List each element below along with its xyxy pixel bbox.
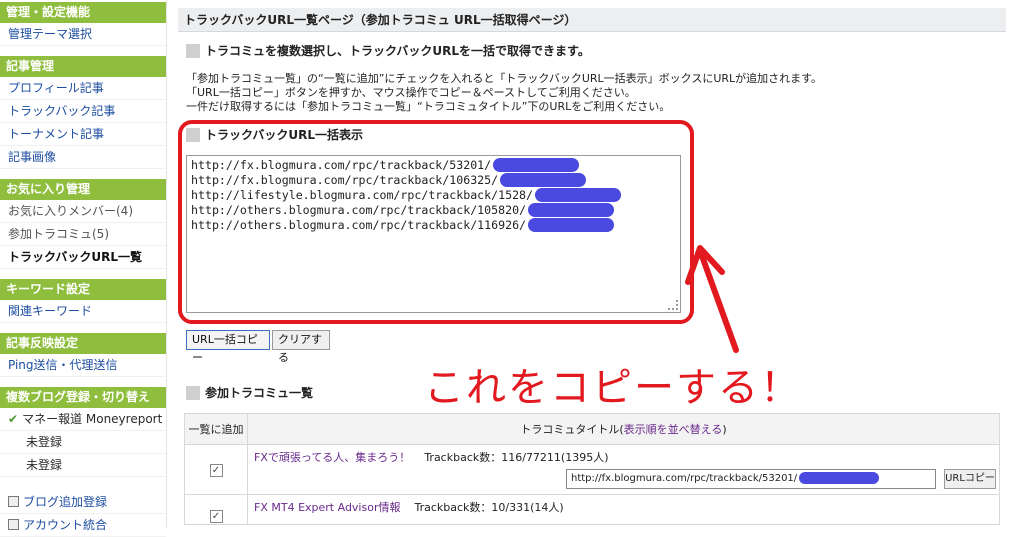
url-text: http://fx.blogmura.com/rpc/trackback/532… — [191, 158, 492, 172]
sidebar: 管理・設定機能 管理テーマ選択 記事管理 プロフィール記事 トラックバック記事 … — [0, 0, 167, 537]
resize-handle-icon[interactable] — [668, 300, 678, 310]
desc-line-1: 「参加トラコミュ一覧」の“一覧に追加”にチェックを入れると「トラックバックURL… — [186, 72, 823, 85]
add-blog-label: ブログ追加登録 — [23, 495, 108, 509]
list-heading-text: 参加トラコミュ一覧 — [205, 386, 314, 400]
sidebar-item-trackback-url-list[interactable]: トラックバックURL一覧 — [0, 246, 166, 269]
url-bulk-copy-button[interactable]: URL一括コピー — [186, 330, 270, 364]
table-row: ✓ FX MT4 Expert Advisor情報 Trackback数：10/… — [184, 494, 1000, 525]
url-line: http://others.blogmura.com/rpc/trackback… — [191, 218, 676, 233]
annotation-arrow-icon — [685, 245, 739, 353]
main-content: トラックバックURL一覧ページ（参加トラコミュ URL一括取得ページ） トラコミ… — [178, 0, 1006, 528]
intro-heading: トラコミュを複数選択し、トラックバックURLを一括で取得できます。 — [186, 44, 590, 58]
sidebar-item-add-blog[interactable]: ブログ追加登録 — [0, 491, 166, 514]
sidebar-item-profile[interactable]: プロフィール記事 — [0, 77, 166, 100]
title-cell: FX MT4 Expert Advisor情報 Trackback数：10/33… — [247, 494, 1000, 525]
sidebar-item-trackback-articles[interactable]: トラックバック記事 — [0, 100, 166, 123]
community-title-link[interactable]: FXで頑張ってる人、集まろう！ — [254, 451, 410, 464]
url-text: http://lifestyle.blogmura.com/rpc/trackb… — [191, 188, 534, 202]
sidebar-heading-admin: 管理・設定機能 — [0, 0, 166, 23]
clear-button[interactable]: クリアする — [272, 330, 330, 364]
trackback-stats: Trackback数：10/331(14人) — [414, 501, 564, 514]
sidebar-item-fav-members[interactable]: お気に入りメンバー(4) — [0, 200, 166, 223]
redaction-scribble — [528, 218, 615, 232]
list-heading: 参加トラコミュ一覧 — [186, 386, 313, 400]
sidebar-item-ping[interactable]: Ping送信・代理送信 — [0, 354, 166, 377]
url-line: http://fx.blogmura.com/rpc/trackback/532… — [191, 158, 676, 173]
intro-heading-text: トラコミュを複数選択し、トラックバックURLを一括で取得できます。 — [205, 44, 590, 58]
current-blog-label: マネー報道 Moneyreport — [22, 412, 163, 426]
redaction-scribble — [493, 158, 580, 172]
sidebar-item-current-blog[interactable]: ✔ マネー報道 Moneyreport — [0, 408, 166, 431]
sidebar-heading-reflect: 記事反映設定 — [0, 331, 166, 354]
desc-line-2: 「URL一括コピー」ボタンを押すか、マウス操作でコピー＆ペーストしてご利用くださ… — [186, 86, 636, 99]
bulk-heading: トラックバックURL一括表示 — [186, 128, 363, 142]
col-title-header: トラコミュタイトル(表示順を並べ替える) — [247, 413, 1000, 445]
add-to-list-checkbox[interactable]: ✓ — [209, 510, 223, 523]
sidebar-item-unregistered-1[interactable]: 未登録 — [0, 431, 166, 454]
page-title: トラックバックURL一覧ページ（参加トラコミュ URL一括取得ページ） — [178, 8, 1006, 32]
bulk-heading-text: トラックバックURL一括表示 — [205, 128, 364, 142]
sidebar-item-account-merge[interactable]: アカウント統合 — [0, 514, 166, 537]
add-cell: ✓ — [184, 444, 248, 495]
check-icon: ✔ — [8, 412, 19, 426]
account-merge-label: アカウント統合 — [23, 518, 108, 532]
trackback-stats: Trackback数：116/77211(1395人) — [424, 451, 609, 464]
redaction-scribble — [528, 203, 615, 217]
square-icon — [186, 44, 200, 58]
add-to-list-checkbox[interactable]: ✓ — [209, 463, 223, 477]
sidebar-heading-keywords: キーワード設定 — [0, 277, 166, 300]
url-line: http://others.blogmura.com/rpc/trackback… — [191, 203, 676, 218]
sidebar-heading-articles: 記事管理 — [0, 54, 166, 77]
sidebar-item-tournament[interactable]: トーナメント記事 — [0, 123, 166, 146]
description: 「参加トラコミュ一覧」の“一覧に追加”にチェックを入れると「トラックバックURL… — [186, 72, 822, 114]
arrow-box-icon — [8, 519, 19, 530]
redaction-scribble — [799, 472, 880, 484]
redaction-scribble — [500, 173, 587, 187]
add-cell: ✓ — [184, 494, 248, 525]
url-line: http://fx.blogmura.com/rpc/trackback/106… — [191, 173, 676, 188]
url-text: http://others.blogmura.com/rpc/trackback… — [191, 218, 527, 232]
row-url-text: http://fx.blogmura.com/rpc/trackback/532… — [571, 473, 798, 484]
square-icon — [186, 386, 200, 400]
square-icon — [186, 128, 200, 142]
sidebar-item-images[interactable]: 記事画像 — [0, 146, 166, 169]
desc-line-3: 一件だけ取得するには「参加トラコミュ一覧」“トラコミュタイトル”下のURLをご利… — [186, 100, 671, 113]
arrow-box-icon — [8, 496, 19, 507]
trackback-url-textarea[interactable]: http://fx.blogmura.com/rpc/trackback/532… — [186, 155, 681, 313]
sidebar-heading-multi: 複数ブログ登録・切り替え — [0, 385, 166, 408]
sidebar-item-joined-communities[interactable]: 参加トラコミュ(5) — [0, 223, 166, 246]
url-text: http://others.blogmura.com/rpc/trackback… — [191, 203, 527, 217]
sidebar-heading-favorites: お気に入り管理 — [0, 177, 166, 200]
url-copy-button[interactable]: URLコピー — [944, 469, 996, 489]
col-title-prefix: トラコミュタイトル( — [520, 423, 624, 436]
col-title-suffix: ) — [722, 423, 727, 436]
sort-link[interactable]: 表示順を並べ替える — [624, 423, 723, 436]
col-add-header: 一覧に追加 — [184, 413, 248, 445]
url-line: http://lifestyle.blogmura.com/rpc/trackb… — [191, 188, 676, 203]
redaction-scribble — [535, 188, 622, 202]
url-text: http://fx.blogmura.com/rpc/trackback/106… — [191, 173, 499, 187]
sidebar-item-unregistered-2[interactable]: 未登録 — [0, 454, 166, 477]
annotation-text: これをコピーする！ — [424, 365, 802, 411]
row-url-input[interactable]: http://fx.blogmura.com/rpc/trackback/532… — [566, 469, 936, 489]
sidebar-item-keywords[interactable]: 関連キーワード — [0, 300, 166, 323]
sidebar-item-theme[interactable]: 管理テーマ選択 — [0, 23, 166, 46]
community-title-link[interactable]: FX MT4 Expert Advisor情報 — [254, 501, 400, 514]
